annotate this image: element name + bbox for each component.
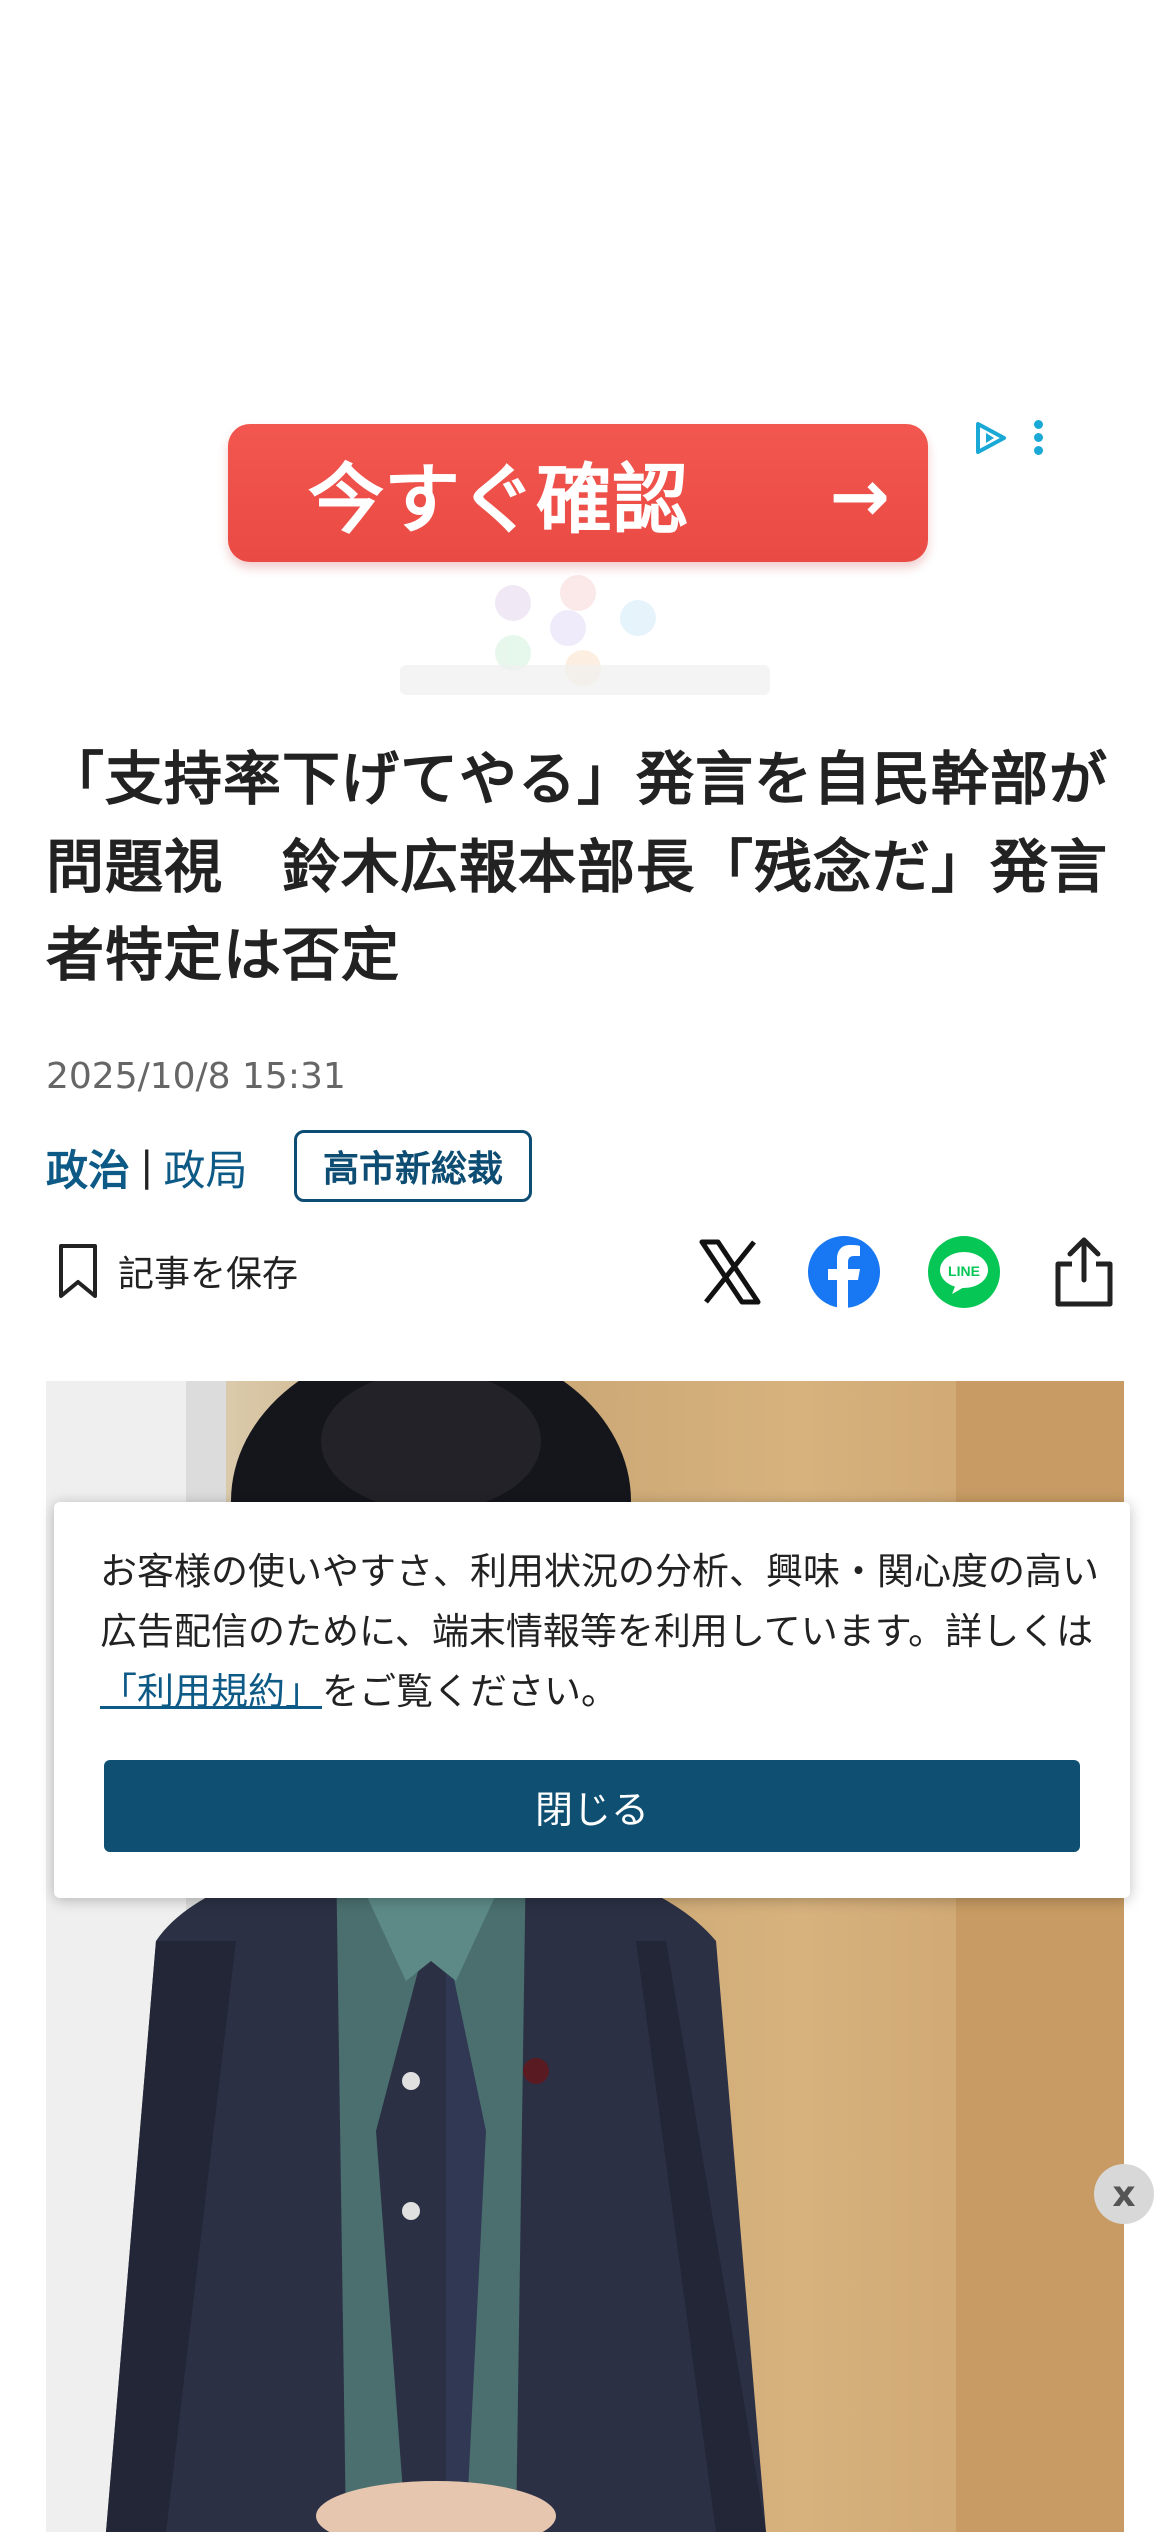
privacy-notice-text-before: お客様の使いやすさ、利用状況の分析、興味・関心度の高い広告配信のために、端末情報…	[100, 1550, 1099, 1653]
ad-banner[interactable]: 今すぐ確認 →	[0, 0, 1170, 700]
category-main-link[interactable]: 政治	[46, 1137, 130, 1198]
close-notice-button[interactable]: 閉じる	[104, 1760, 1080, 1852]
category-row: 政治 | 政局 高市新総裁	[46, 1130, 533, 1202]
line-icon[interactable]: LINE	[926, 1234, 1002, 1310]
adchoices-icon[interactable]	[970, 418, 1010, 458]
category-sub-link[interactable]: 政局	[164, 1137, 248, 1198]
article-datetime: 2025/10/8 15:31	[46, 1056, 346, 1097]
terms-link[interactable]: 「利用規約」	[100, 1670, 322, 1713]
privacy-notice-text: お客様の使いやすさ、利用状況の分析、興味・関心度の高い広告配信のために、端末情報…	[100, 1542, 1100, 1722]
bookmark-icon	[59, 1244, 97, 1298]
ad-logo-text	[400, 665, 770, 695]
close-icon[interactable]: x	[1094, 2164, 1154, 2224]
article-headline: 「支持率下げてやる」発言を自民幹部が問題視 鈴木広報本部長「残念だ」発言者特定は…	[46, 745, 1109, 989]
save-article-button[interactable]: 記事を保存	[56, 1242, 298, 1300]
topic-tag[interactable]: 高市新総裁	[294, 1130, 533, 1202]
privacy-notice: お客様の使いやすさ、利用状況の分析、興味・関心度の高い広告配信のために、端末情報…	[54, 1502, 1130, 1898]
privacy-notice-text-after: をご覧ください。	[322, 1670, 618, 1713]
share-icon[interactable]	[1046, 1234, 1122, 1310]
article-actions: 記事を保存 LINE	[46, 1228, 1136, 1318]
kebab-menu-icon[interactable]	[1030, 420, 1046, 460]
ad-cta-label: 今すぐ確認	[308, 455, 688, 544]
svg-text:LINE: LINE	[948, 1263, 980, 1279]
save-article-label: 記事を保存	[118, 1254, 299, 1295]
category-separator: |	[140, 1144, 154, 1190]
x-icon[interactable]	[692, 1234, 768, 1310]
arrow-right-icon: →	[829, 454, 890, 538]
facebook-icon[interactable]	[806, 1234, 882, 1310]
ad-cta-button[interactable]: 今すぐ確認 →	[228, 424, 928, 562]
